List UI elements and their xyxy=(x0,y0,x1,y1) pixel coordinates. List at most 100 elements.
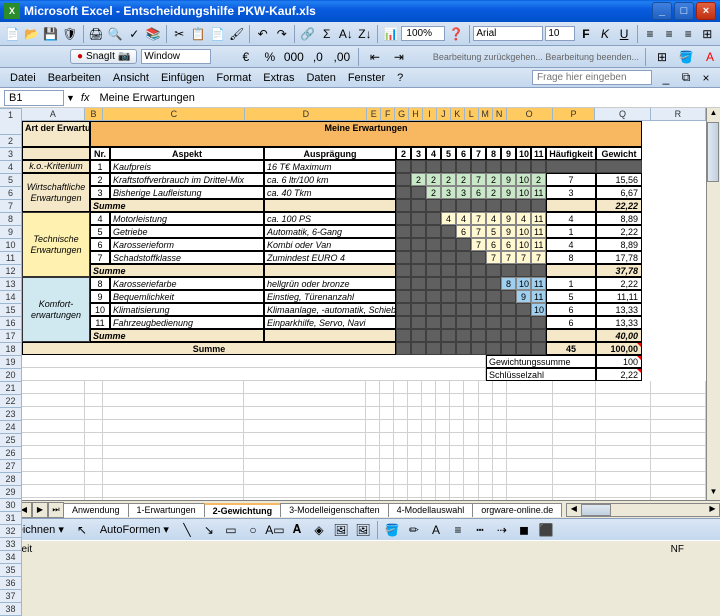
menu-ansicht[interactable]: Ansicht xyxy=(107,70,155,86)
copy-icon[interactable]: 📋 xyxy=(190,24,207,44)
h-5[interactable]: 1 xyxy=(546,225,596,238)
val-8-4[interactable] xyxy=(456,277,471,290)
val-2-1[interactable]: 2 xyxy=(411,173,426,186)
snagit-window-select[interactable] xyxy=(141,49,211,64)
val-4-9[interactable]: 11 xyxy=(531,212,546,225)
hdr-num-8[interactable]: 8 xyxy=(486,147,501,160)
val-4-1[interactable] xyxy=(411,212,426,225)
fx-icon[interactable]: fx xyxy=(81,92,90,104)
hdr-nr[interactable]: Nr. xyxy=(90,147,110,160)
val-4-8[interactable]: 4 xyxy=(516,212,531,225)
row-header-1[interactable]: 1 xyxy=(0,109,21,135)
col-header-I[interactable]: I xyxy=(423,108,437,120)
val-11-8[interactable] xyxy=(516,316,531,329)
val-2-8[interactable]: 10 xyxy=(516,173,531,186)
increase-decimal-icon[interactable]: ,0 xyxy=(308,47,328,67)
nr-3[interactable]: 3 xyxy=(90,186,110,199)
g-6[interactable]: 8,89 xyxy=(596,238,642,251)
rectangle-icon[interactable]: ▭ xyxy=(221,520,241,540)
row-header-9[interactable]: 9 xyxy=(0,226,21,239)
col-header-Q[interactable]: Q xyxy=(595,108,650,120)
row-header-17[interactable]: 17 xyxy=(0,330,21,343)
sum-g-13[interactable]: 40,00 xyxy=(596,329,642,342)
track-changes-label[interactable]: Bearbeitung zurückgehen... Bearbeitung b… xyxy=(433,52,639,62)
val-4-7[interactable]: 9 xyxy=(501,212,516,225)
row-header-36[interactable]: 36 xyxy=(0,577,21,590)
val-7-7[interactable]: 7 xyxy=(501,251,516,264)
val-10-2[interactable] xyxy=(426,303,441,316)
autoshapes-menu[interactable]: AutoFormen ▾ xyxy=(94,521,175,538)
hdr-num-2[interactable]: 2 xyxy=(396,147,411,160)
row-header-3[interactable]: 3 xyxy=(0,148,21,161)
hdr-art[interactable]: Art der Erwartungen xyxy=(22,121,90,147)
val-4-4[interactable]: 4 xyxy=(456,212,471,225)
total-h[interactable]: 45 xyxy=(546,342,596,355)
row-header-24[interactable]: 24 xyxy=(0,421,21,434)
nr-4[interactable]: 4 xyxy=(90,212,110,225)
val-7-4[interactable] xyxy=(456,251,471,264)
g-10[interactable]: 13,33 xyxy=(596,303,642,316)
aspekt-10[interactable]: Klimatisierung xyxy=(110,303,264,316)
row-header-19[interactable]: 19 xyxy=(0,356,21,369)
chart-icon[interactable]: 📊 xyxy=(382,24,399,44)
row-header-2[interactable]: 2 xyxy=(0,135,21,148)
print-icon[interactable]: 🖨 xyxy=(87,24,104,44)
auspr-1[interactable]: 16 T€ Maximum xyxy=(264,160,396,173)
val-11-5[interactable] xyxy=(471,316,486,329)
val-3-9[interactable]: 11 xyxy=(531,186,546,199)
g-2[interactable]: 15,56 xyxy=(596,173,642,186)
val-4-3[interactable]: 4 xyxy=(441,212,456,225)
val-7-9[interactable]: 7 xyxy=(531,251,546,264)
val-11-9[interactable] xyxy=(531,316,546,329)
hdr-aspekt[interactable]: Aspekt xyxy=(110,147,264,160)
formula-text[interactable]: Meine Erwartungen xyxy=(93,92,194,104)
col-header-D[interactable]: D xyxy=(245,108,367,120)
schl-val[interactable]: 2,22 xyxy=(596,368,642,381)
italic-icon[interactable]: K xyxy=(596,24,613,44)
auspr-6[interactable]: Kombi oder Van xyxy=(264,238,396,251)
row-header-26[interactable]: 26 xyxy=(0,447,21,460)
sum-g-3[interactable]: 22,22 xyxy=(596,199,642,212)
vscroll-thumb[interactable] xyxy=(707,122,719,182)
val-6-9[interactable]: 11 xyxy=(531,238,546,251)
val-3-2[interactable]: 2 xyxy=(426,186,441,199)
row-header-18[interactable]: 18 xyxy=(0,343,21,356)
val-4-6[interactable]: 4 xyxy=(486,212,501,225)
font-color-icon[interactable]: A xyxy=(700,47,720,67)
group-0[interactable]: k.o.-Kriterium xyxy=(22,160,90,173)
font-select[interactable] xyxy=(473,26,543,41)
val-4-0[interactable] xyxy=(396,212,411,225)
h-6[interactable]: 4 xyxy=(546,238,596,251)
val-9-9[interactable]: 11 xyxy=(531,290,546,303)
maximize-button[interactable]: □ xyxy=(674,2,694,20)
doc-close-icon[interactable]: × xyxy=(696,68,716,88)
3d-icon[interactable]: ⬛ xyxy=(536,520,556,540)
spreadsheet-grid[interactable]: Art der ErwartungenMeine ErwartungenNr.A… xyxy=(22,121,706,500)
aspekt-3[interactable]: Bisherige Laufleistung xyxy=(110,186,264,199)
hdr-title[interactable]: Meine Erwartungen xyxy=(90,121,642,147)
val-2-3[interactable]: 2 xyxy=(441,173,456,186)
val-6-1[interactable] xyxy=(411,238,426,251)
val-7-0[interactable] xyxy=(396,251,411,264)
picture-icon[interactable]: 🖼 xyxy=(353,520,373,540)
col-header-A[interactable]: A xyxy=(22,108,85,120)
textbox-icon[interactable]: A▭ xyxy=(265,520,285,540)
hdr-gew[interactable]: Gewicht xyxy=(596,147,642,160)
row-header-20[interactable]: 20 xyxy=(0,369,21,382)
aspekt-7[interactable]: Schadstoffklasse xyxy=(110,251,264,264)
val-9-7[interactable] xyxy=(501,290,516,303)
fill-color-icon[interactable]: 🪣 xyxy=(676,47,696,67)
row-header-29[interactable]: 29 xyxy=(0,486,21,499)
row-header-4[interactable]: 4 xyxy=(0,161,21,174)
aspekt-5[interactable]: Getriebe xyxy=(110,225,264,238)
h-10[interactable]: 6 xyxy=(546,303,596,316)
nr-5[interactable]: 5 xyxy=(90,225,110,238)
val-7-6[interactable]: 7 xyxy=(486,251,501,264)
sheet-tab-1[interactable]: 1-Erwartungen xyxy=(128,503,205,517)
column-headers[interactable]: ABCDEFGHIJKLMNOPQR xyxy=(22,108,706,121)
val-5-9[interactable]: 11 xyxy=(531,225,546,238)
nr-11[interactable]: 11 xyxy=(90,316,110,329)
fontsize-select[interactable] xyxy=(545,26,575,41)
save-icon[interactable]: 💾 xyxy=(42,24,59,44)
val-5-4[interactable]: 6 xyxy=(456,225,471,238)
